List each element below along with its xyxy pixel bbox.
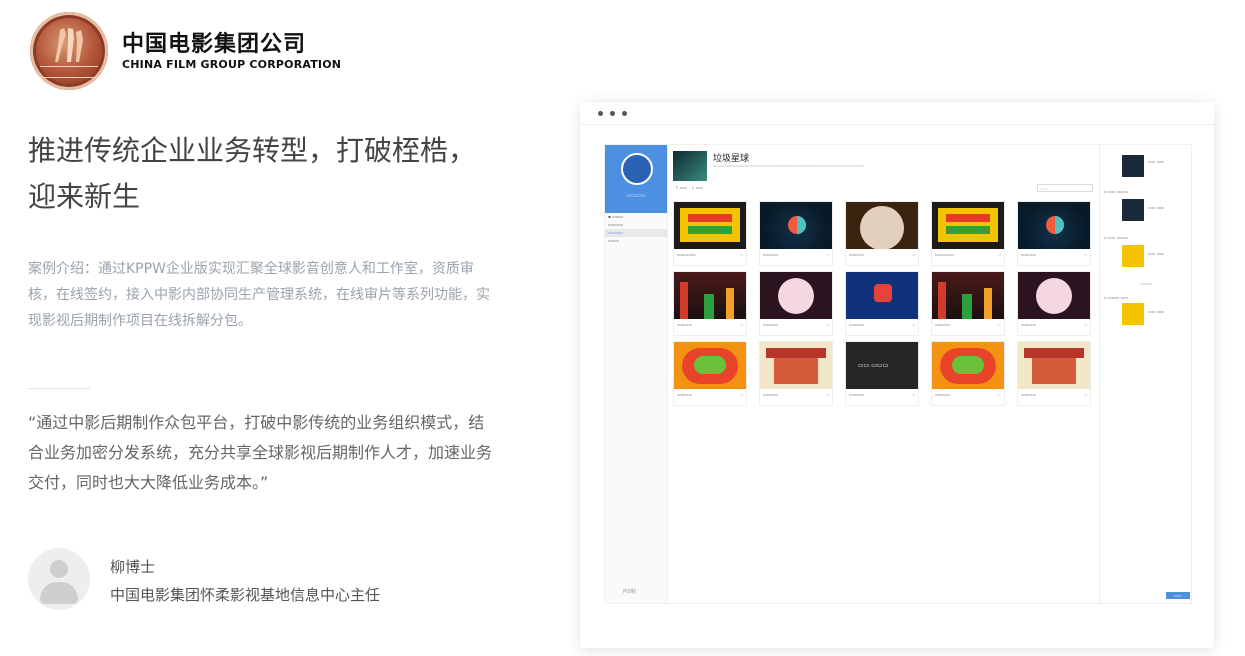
- person-title: 中国电影集团怀柔影视基地信息中心主任: [110, 586, 381, 604]
- comment-date: ▭▭▭: [1140, 281, 1152, 286]
- window-dot-icon: [598, 111, 603, 116]
- media-card: ▭▭▭▭▭ ▫: [673, 201, 747, 266]
- sidebar-nav: ▪ ▭▭▭ ▭▭▭▭ ▭▭▭▭ ▭▭▭: [605, 213, 667, 245]
- media-card: ▭▭▭▭ ▫: [1017, 271, 1091, 336]
- media-card: ▭▭▭▭ ▫: [759, 271, 833, 336]
- media-card: ▭▭▭▭ ▫: [931, 271, 1005, 336]
- media-card: ▭▭▭▭ ▫: [845, 201, 919, 266]
- person-name: 柳博士: [110, 558, 156, 576]
- send-button: ▭▭: [1166, 592, 1190, 599]
- brand-logo[interactable]: 中国电影集团公司 CHINA FILM GROUP CORPORATION: [30, 12, 341, 90]
- media-card: ▭▭▭▭ ▫: [1017, 201, 1091, 266]
- comment-image: [1122, 303, 1144, 325]
- case-intro: 案例介绍：通过KPPW企业版实现汇聚全球影音创意人和工作室，资质审核，在线签约，…: [28, 261, 490, 329]
- comment-panel: ▭▭ ▭▭ ▫ ▭▭ ▭▭▭ ▭▭ ▭▭ ▫ ▭▭ ▭▭▭ ▭▭ ▭▭ ▭▭▭ …: [1099, 145, 1192, 603]
- sidebar-item: ▭▭▭: [608, 238, 620, 243]
- testimonial-quote: “通过中影后期制作众包平台，打破中影传统的业务组织模式，结合业务加密分发系统，充…: [28, 413, 493, 492]
- media-card: ▭▭▭▭ ▫: [759, 341, 833, 406]
- section-divider: [28, 388, 90, 389]
- headline-line-1: 推进传统企业业务转型，打破桎梏，: [28, 134, 477, 167]
- window-dot-icon: [622, 111, 627, 116]
- media-card: ▭▭▭▭ ▫: [931, 341, 1005, 406]
- media-card: ▭▭ ▭▭▭ ▭▭▭▭ ▫: [845, 341, 919, 406]
- file-toolbar: ⇧ ▭▭ ⇩ ▭▭: [675, 185, 704, 190]
- mockup-search-box: ▭▭: [1037, 184, 1093, 192]
- comment-image: [1122, 245, 1144, 267]
- media-card: ▭▭▭▭ ▫: [759, 201, 833, 266]
- media-card: ▭▭▭▭ ▫: [845, 271, 919, 336]
- sidebar-footer: PIS制: [623, 589, 636, 595]
- comment-image: [1122, 155, 1144, 177]
- seal-band: [40, 66, 98, 78]
- page-headline: 推进传统企业业务转型，打破桎梏， 迎来新生: [28, 128, 498, 220]
- media-card: ▭▭▭▭▭ ▫: [931, 201, 1005, 266]
- avatar-body: [40, 582, 78, 604]
- browser-mockup: ▭▭▭▭ ▪ ▭▭▭ ▭▭▭▭ ▭▭▭▭ ▭▭▭ PIS制 垃圾星球 ▭▭▭▭▭…: [580, 102, 1214, 648]
- app-sidebar: ▭▭▭▭ ▪ ▭▭▭ ▭▭▭▭ ▭▭▭▭ ▭▭▭ PIS制: [605, 145, 668, 603]
- worker-figures-icon: [55, 28, 83, 62]
- window-dot-icon: [610, 111, 615, 116]
- project-thumbnail: [673, 151, 707, 181]
- sidebar-avatar: [621, 153, 653, 185]
- avatar-head: [50, 560, 68, 578]
- sidebar-item-active: ▭▭▭▭: [605, 229, 667, 237]
- project-description: ▭▭▭▭▭▭▭▭▭▭▭▭▭▭▭▭▭▭▭▭▭▭▭▭▭▭▭▭▭▭▭▭▭▭▭▭▭▭▭▭: [713, 163, 865, 168]
- headline-line-2: 迎来新生: [28, 180, 141, 213]
- sidebar-item: ▭▭▭▭: [608, 222, 624, 227]
- media-card: ▭▭▭▭ ▫: [1017, 341, 1091, 406]
- china-film-seal-icon: [30, 12, 108, 90]
- brand-name-en: CHINA FILM GROUP CORPORATION: [122, 57, 342, 71]
- sidebar-username: ▭▭▭▭: [626, 193, 646, 199]
- comment-image: [1122, 199, 1144, 221]
- browser-titlebar: [580, 102, 1214, 125]
- app-screenshot: ▭▭▭▭ ▪ ▭▭▭ ▭▭▭▭ ▭▭▭▭ ▭▭▭ PIS制 垃圾星球 ▭▭▭▭▭…: [604, 144, 1192, 604]
- brand-name-cn: 中国电影集团公司: [122, 31, 307, 57]
- avatar: [28, 548, 90, 610]
- media-card: ▭▭▭▭ ▫: [673, 341, 747, 406]
- sidebar-item: ▪ ▭▭▭: [608, 214, 624, 219]
- media-card: ▭▭▭▭ ▫: [673, 271, 747, 336]
- sidebar-profile: ▭▭▭▭: [605, 145, 667, 213]
- app-main: 垃圾星球 ▭▭▭▭▭▭▭▭▭▭▭▭▭▭▭▭▭▭▭▭▭▭▭▭▭▭▭▭▭▭▭▭▭▭▭…: [671, 145, 1097, 603]
